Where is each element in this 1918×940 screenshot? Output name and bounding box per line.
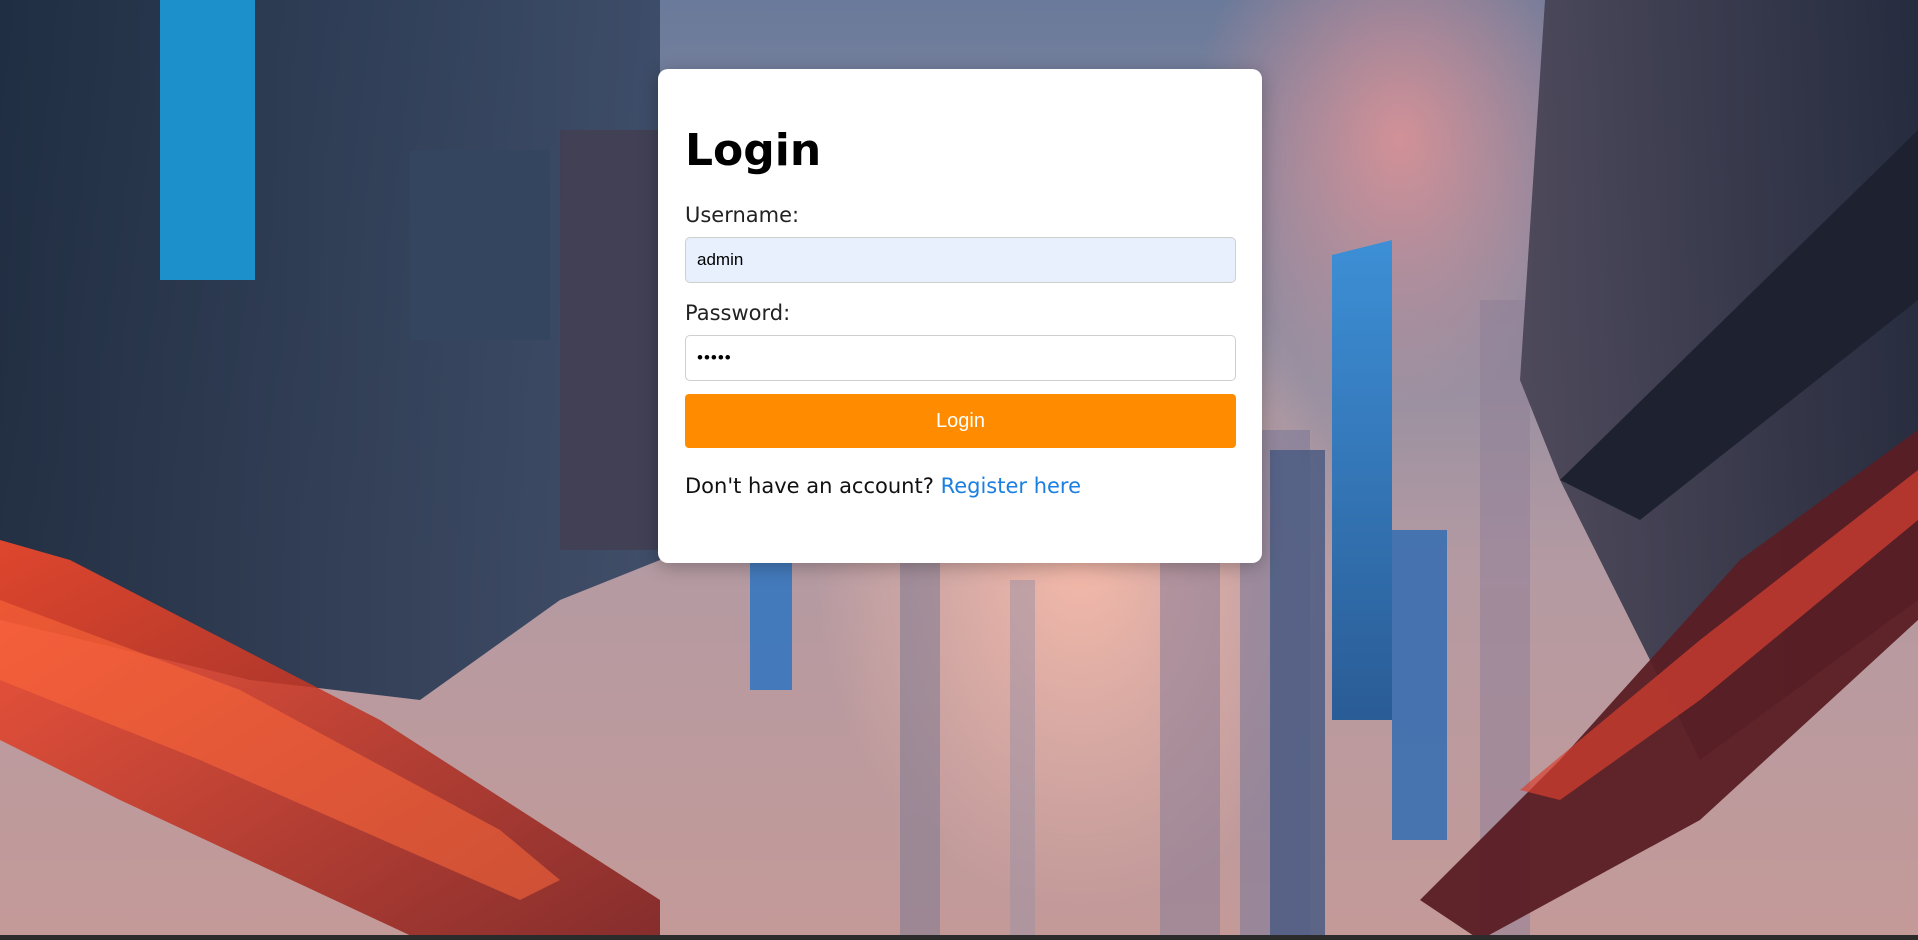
password-label: Password: xyxy=(685,301,791,325)
password-input[interactable] xyxy=(685,335,1236,381)
window-bottom-edge xyxy=(0,935,1918,940)
username-label: Username: xyxy=(685,203,800,227)
login-title: Login xyxy=(685,125,822,176)
register-link[interactable]: Register here xyxy=(941,474,1081,498)
login-button[interactable]: Login xyxy=(685,394,1236,448)
username-input[interactable] xyxy=(685,237,1236,283)
register-prompt-text: Don't have an account? xyxy=(685,474,941,498)
register-prompt-line: Don't have an account? Register here xyxy=(685,474,1235,498)
login-card: Login Username: Password: Login Don't ha… xyxy=(658,69,1262,563)
